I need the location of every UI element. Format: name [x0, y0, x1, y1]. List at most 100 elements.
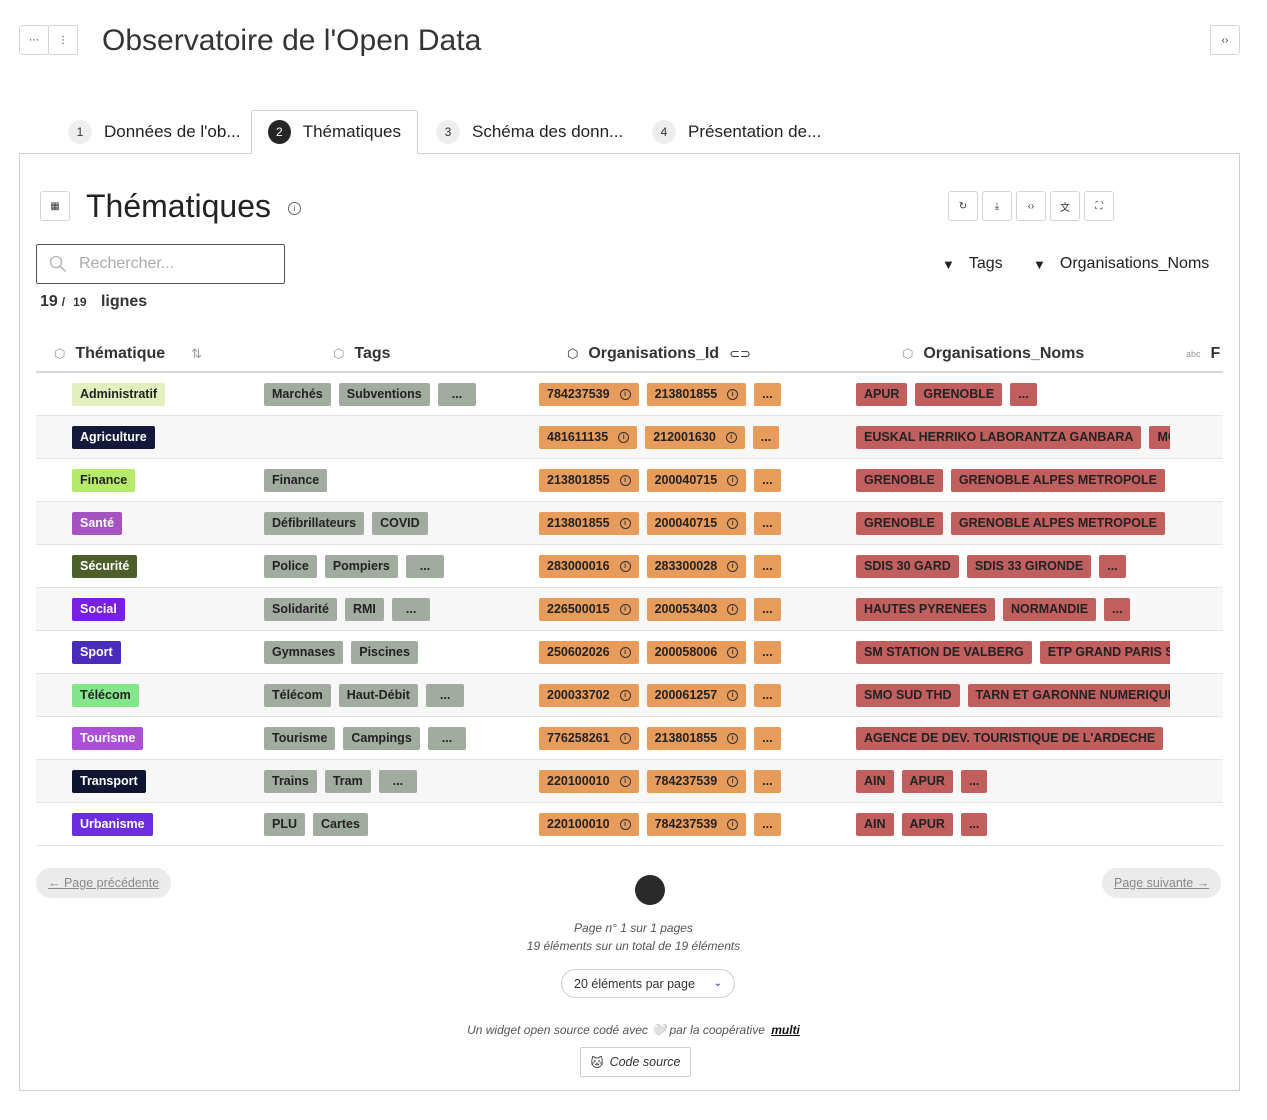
organisation-nom-chip[interactable]: APUR	[856, 382, 908, 406]
tag-chip[interactable]: Piscines	[351, 640, 418, 664]
more-ids-chip[interactable]: ...	[754, 511, 781, 535]
organisation-id-chip[interactable]: 200053403 i	[646, 597, 747, 621]
organisation-nom-chip[interactable]: EUSKAL HERRIKO LABORANTZA GANBARA	[856, 425, 1142, 449]
info-icon[interactable]: i	[727, 732, 739, 744]
fullscreen-button[interactable]: ⛶	[1084, 191, 1114, 221]
info-icon[interactable]: i	[619, 388, 631, 400]
info-icon[interactable]: i	[619, 775, 631, 787]
organisation-id-chip[interactable]: 283000016 i	[539, 554, 639, 578]
layout-vertical-button[interactable]: ⋮	[48, 25, 78, 55]
table-row[interactable]: Transport Trains Tram... 220100010 i 78423753…	[36, 760, 1223, 803]
organisation-id-chip[interactable]: 784237539 i	[646, 812, 747, 836]
column-header-f[interactable]: abc F	[1186, 345, 1220, 363]
tag-chip[interactable]: Haut-Débit	[338, 683, 418, 707]
organisation-id-chip[interactable]: 220100010 i	[539, 769, 639, 793]
organisation-nom-chip[interactable]: GRENOBLE	[856, 468, 943, 492]
more-tags-chip[interactable]: ...	[378, 769, 418, 793]
thematique-badge[interactable]: Télécom	[72, 683, 139, 707]
table-row[interactable]: Urbanisme PLU Cartes 220100010 i 784237539 i..…	[36, 803, 1223, 846]
download-button[interactable]: ⤓	[982, 191, 1012, 221]
organisation-nom-chip[interactable]: GRENOBLE	[856, 511, 943, 535]
organisation-id-chip[interactable]: 213801855 i	[646, 382, 747, 406]
tag-chip[interactable]: Pompiers	[324, 554, 398, 578]
refresh-button[interactable]: ↻	[948, 191, 978, 221]
search-input[interactable]	[77, 254, 257, 274]
organisation-nom-chip[interactable]: AIN	[856, 812, 894, 836]
tag-chip[interactable]: RMI	[344, 597, 384, 621]
table-row[interactable]: Social Solidarité RMI... 226500015 i 20005340…	[36, 588, 1223, 631]
more-tags-chip[interactable]: ...	[405, 554, 445, 578]
source-code-button[interactable]: 🐱 Code source	[580, 1047, 691, 1077]
table-row[interactable]: Sport Gymnases Piscines 250602026 i 200058006…	[36, 631, 1223, 674]
info-icon[interactable]: i	[619, 560, 631, 572]
info-icon[interactable]: i	[287, 202, 301, 216]
info-icon[interactable]: i	[727, 689, 739, 701]
organisation-nom-chip[interactable]: SDIS 33 GIRONDE	[966, 554, 1092, 578]
tag-chip[interactable]: Police	[264, 554, 317, 578]
layout-toggle-button[interactable]: ⋯	[19, 25, 49, 55]
organisation-id-chip[interactable]: 784237539 i	[539, 382, 639, 406]
tab-donnees[interactable]: 1 Données de l'ob...	[52, 110, 257, 154]
info-icon[interactable]: i	[619, 818, 631, 830]
tag-chip[interactable]: Marchés	[264, 382, 331, 406]
column-header-organisations-id[interactable]: ⬡ Organisations_Id ⊂⊃	[567, 345, 751, 363]
tab-presentation[interactable]: 4 Présentation de...	[636, 110, 837, 154]
tag-chip[interactable]: COVID	[372, 511, 428, 535]
info-icon[interactable]: i	[727, 818, 739, 830]
tab-schema[interactable]: 3 Schéma des donn...	[420, 110, 639, 154]
organisation-id-chip[interactable]: 283300028 i	[646, 554, 747, 578]
organisation-nom-chip[interactable]: GRENOBLE ALPES METROPOLE	[950, 511, 1166, 535]
thematique-badge[interactable]: Administratif	[72, 382, 166, 406]
tag-chip[interactable]: Télécom	[264, 683, 331, 707]
organisation-id-chip[interactable]: 250602026 i	[539, 640, 639, 664]
info-icon[interactable]: i	[727, 474, 739, 486]
more-ids-chip[interactable]: ...	[754, 640, 781, 664]
translate-button[interactable]: 文	[1050, 191, 1080, 221]
organisation-nom-chip[interactable]: ETP GRAND PARIS S	[1039, 640, 1170, 664]
organisation-nom-chip[interactable]: SMO SUD THD	[856, 683, 960, 707]
search-field[interactable]	[36, 244, 285, 284]
more-tags-chip[interactable]: ...	[437, 382, 477, 406]
organisation-id-chip[interactable]: 784237539 i	[646, 769, 747, 793]
more-tags-chip[interactable]: ...	[391, 597, 431, 621]
table-row[interactable]: Santé Défibrillateurs COVID 213801855 i 20004…	[36, 502, 1223, 545]
previous-page-button[interactable]: ← Page précédente	[36, 868, 172, 898]
tag-chip[interactable]: Campings	[343, 726, 420, 750]
table-view-button[interactable]: ▦	[40, 191, 70, 221]
thematique-badge[interactable]: Finance	[72, 468, 136, 492]
more-noms-chip[interactable]: ...	[1010, 382, 1037, 406]
embed-code-button[interactable]: ‹›	[1210, 25, 1240, 55]
column-header-organisations-noms[interactable]: ⬡ Organisations_Noms	[902, 345, 1084, 363]
organisation-nom-chip[interactable]: APUR	[901, 812, 953, 836]
organisation-id-chip[interactable]: 200040715 i	[646, 468, 747, 492]
organisation-nom-chip[interactable]: NORMANDIE	[1002, 597, 1097, 621]
info-icon[interactable]: i	[619, 517, 631, 529]
tag-chip[interactable]: Tram	[324, 769, 371, 793]
info-icon[interactable]: i	[727, 517, 739, 529]
organisation-nom-chip[interactable]: SDIS 30 GARD	[856, 554, 959, 578]
more-noms-chip[interactable]: ...	[960, 769, 988, 793]
organisation-id-chip[interactable]: 481611135 i	[539, 425, 638, 449]
info-icon[interactable]: i	[619, 732, 631, 744]
table-row[interactable]: Sécurité Police Pompiers... 283000016 i 28330…	[36, 545, 1223, 588]
organisation-nom-chip[interactable]: MO	[1149, 425, 1170, 449]
code-button[interactable]: ‹›	[1016, 191, 1046, 221]
organisation-nom-chip[interactable]: GRENOBLE	[915, 382, 1003, 406]
filter-tags[interactable]: ▼ Tags	[942, 255, 1003, 273]
thematique-badge[interactable]: Tourisme	[72, 726, 144, 750]
thematique-badge[interactable]: Sport	[72, 640, 121, 664]
table-row[interactable]: Finance Finance 213801855 i 200040715 i... GRE…	[36, 459, 1223, 502]
table-row[interactable]: Agriculture 481611135 i 212001630 i... EUSKAL…	[36, 416, 1223, 459]
organisation-nom-chip[interactable]: TARN ET GARONNE NUMERIQUE	[967, 683, 1170, 707]
organisation-id-chip[interactable]: 200033702 i	[539, 683, 639, 707]
organisation-nom-chip[interactable]: HAUTES PYRENEES	[856, 597, 995, 621]
organisation-id-chip[interactable]: 776258261 i	[539, 726, 639, 750]
info-icon[interactable]: i	[619, 603, 631, 615]
organisation-nom-chip[interactable]: AIN	[856, 769, 894, 793]
info-icon[interactable]: i	[727, 388, 739, 400]
info-icon[interactable]: i	[619, 646, 631, 658]
items-per-page-select[interactable]: 20 éléments par page ⌄	[561, 969, 735, 998]
table-row[interactable]: Télécom Télécom Haut-Débit... 200033702 i 200…	[36, 674, 1223, 717]
more-ids-chip[interactable]: ...	[754, 382, 781, 406]
more-ids-chip[interactable]: ...	[754, 726, 781, 750]
